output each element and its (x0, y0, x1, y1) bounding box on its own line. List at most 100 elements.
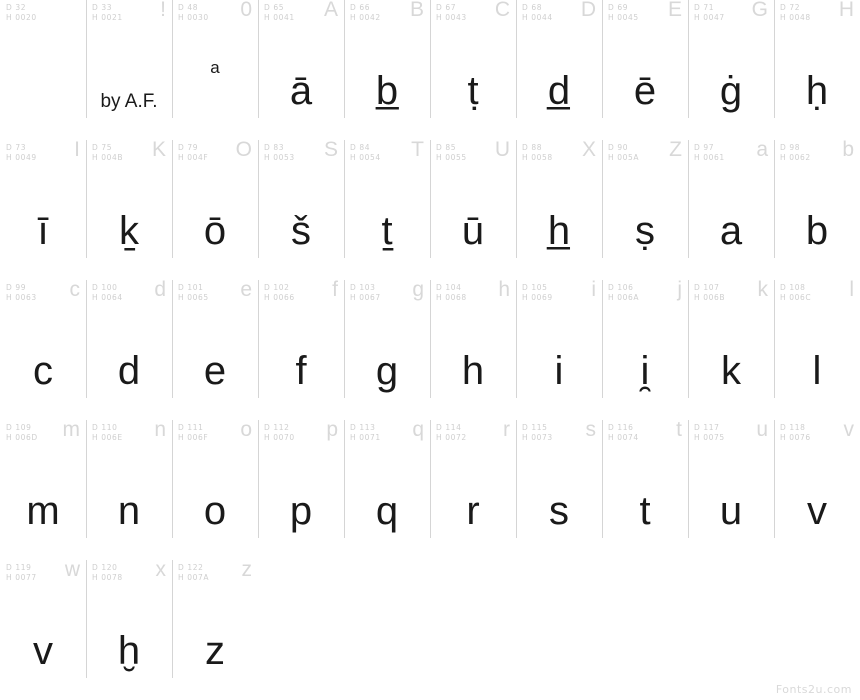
ascii-reference-char: p (326, 418, 338, 441)
glyph-preview: d (117, 349, 141, 393)
ascii-reference-char: C (494, 0, 510, 21)
charmap-cell[interactable]: D 83 H 0053 S š (258, 138, 344, 280)
glyph-preview: ġ (719, 69, 743, 113)
code-labels: D 73 H 0049 (6, 143, 82, 162)
cell-header: D 66 H 0042 B (350, 0, 426, 27)
charmap-cell[interactable]: D 97 H 0061 a a (688, 139, 774, 280)
glyph-preview: b̲ (375, 69, 399, 113)
hex-code: H 0066 (264, 292, 295, 302)
charmap-cell[interactable]: D 106 H 006A j i̯ (602, 279, 688, 420)
glyph-preview: d̲ (547, 69, 571, 113)
charmap-cell[interactable]: D 117 H 0075 u u (688, 419, 774, 560)
glyph-preview: l (812, 349, 822, 393)
decimal-code: D 32 (6, 3, 27, 12)
hex-code: H 0072 (436, 432, 467, 442)
charmap-cell[interactable]: D 102 H 0066 f f (258, 279, 344, 420)
charmap-cell[interactable]: D 88 H 0058 X h̲ (516, 139, 602, 280)
glyph-preview: ī (37, 209, 49, 253)
ascii-reference-char: s (585, 418, 597, 441)
charmap-cell[interactable]: D 71 H 0047 G ġ (688, 0, 774, 140)
charmap-row: D 32 H 0020 D 33 H 0021! by A.F. D 48 H 0030 0 a… (0, 0, 860, 140)
cell-header: D 108 H 006C l (780, 279, 856, 307)
hex-code: H 0021 (92, 12, 123, 22)
charmap-cell[interactable]: D 120 H 0078 x ḫ (86, 559, 172, 700)
charmap-cell[interactable]: D 122 H 007A z z (172, 558, 258, 700)
glyph-preview: ā (289, 69, 313, 113)
charmap-cell[interactable]: D 75 H 004B K ḵ (86, 139, 172, 280)
charmap-cell[interactable]: D 100 H 0064 d d (86, 279, 172, 420)
charmap-cell[interactable]: D 85 H 0055 U ū (430, 138, 516, 280)
charmap-cell[interactable]: D 107 H 006B k k (688, 279, 774, 420)
glyph-preview: a (719, 209, 743, 253)
glyph-preview: by A.F. (100, 91, 158, 112)
charmap-cell[interactable]: D 67 H 0043 C ṭ (430, 0, 516, 140)
glyph-preview: v (33, 629, 53, 673)
hex-code: H 006C (780, 292, 812, 302)
ascii-reference-char: U (494, 138, 510, 161)
cell-header: D 32 H 0020 (6, 3, 82, 27)
charmap-cell[interactable]: D 104 H 0068 h h (430, 279, 516, 420)
glyph-preview: i (554, 349, 564, 393)
ascii-reference-char: t (676, 418, 682, 441)
ascii-reference-char: S (323, 138, 338, 161)
cell-header: D 117 H 0075 u (694, 419, 770, 447)
charmap-cell[interactable]: D 101 H 0065 e e (172, 279, 258, 420)
decimal-code: D 33 (92, 3, 113, 12)
charmap-cell[interactable]: D 105 H 0069 i i (516, 279, 602, 420)
charmap-cell[interactable]: D 110 H 006E n n (86, 419, 172, 560)
ascii-reference-char: x (155, 558, 167, 581)
code-labels: D 32 H 0020 (6, 3, 82, 22)
hex-code: H 0049 (6, 152, 37, 162)
charmap-cell[interactable]: D 115 H 0073 s s (516, 418, 602, 560)
charmap-cell[interactable]: D 112 H 0070 p p (258, 418, 344, 560)
cell-header: D 101 H 0065 e (178, 279, 254, 307)
charmap-cell[interactable]: D 114 H 0072 r r (430, 419, 516, 560)
glyph-preview: g (375, 349, 399, 393)
ascii-reference-char: z (241, 558, 253, 581)
charmap-cell[interactable]: D 48 H 0030 0 a (172, 0, 258, 140)
charmap-cell[interactable]: D 33 H 0021! by A.F. (86, 0, 172, 140)
ascii-reference-char: q (412, 418, 424, 441)
charmap-cell[interactable]: D 32 H 0020 (0, 0, 86, 140)
cell-header: D 110 H 006E n (92, 419, 168, 447)
charmap-cell[interactable]: D 72 H 0048 H ḥ (774, 0, 860, 140)
glyph-preview: h̲ (547, 209, 571, 253)
charmap-cell[interactable]: D 103 H 0067 g g (344, 279, 430, 420)
cell-header: D 103 H 0067 g (350, 279, 426, 307)
charmap-cell[interactable]: D 108 H 006C l l (774, 279, 860, 420)
charmap-cell[interactable]: D 98 H 0062 b b (774, 139, 860, 280)
hex-code: H 0069 (522, 292, 553, 302)
cell-header: D 105 H 0069 i (522, 279, 598, 307)
charmap-cell[interactable]: D 73 H 0049 I ī (0, 139, 86, 280)
glyph-preview: r (466, 489, 480, 533)
charmap-cell[interactable]: D 118 H 0076 v v (774, 419, 860, 560)
ascii-reference-char: h (498, 278, 510, 301)
charmap-cell[interactable]: D 109 H 006D m m (0, 419, 86, 560)
charmap-cell[interactable]: D 99 H 0063 c c (0, 279, 86, 420)
charmap-cell[interactable]: D 119 H 0077 w v (0, 559, 86, 700)
cell-header: D 104 H 0068 h (436, 279, 512, 307)
cell-header: D 99 H 0063 c (6, 279, 82, 307)
glyph-preview: ṣ (635, 209, 655, 253)
charmap-cell[interactable]: D 90 H 005A Z ṣ (602, 139, 688, 280)
charmap-cell[interactable]: D 68 H 0044 D d̲ (516, 0, 602, 140)
glyph-preview: z (205, 629, 225, 673)
charmap-cell[interactable]: D 84 H 0054 T ṯ (344, 139, 430, 280)
cell-header: D 73 H 0049 I (6, 139, 82, 167)
cell-header: D 65 H 0041 A (264, 0, 340, 27)
code-labels: D 106 H 006A (608, 283, 684, 302)
charmap-cell[interactable]: D 116 H 0074 t t (602, 419, 688, 560)
charmap-cell[interactable]: D 66 H 0042 B b̲ (344, 0, 430, 140)
charmap-cell[interactable]: D 65 H 0041 A ā (258, 0, 344, 140)
cell-header: D 120 H 0078 x (92, 559, 168, 587)
cell-header: D 72 H 0048 H (780, 0, 856, 27)
glyph-preview: a (210, 58, 220, 77)
charmap-cell[interactable]: D 69 H 0045 E ē (602, 0, 688, 140)
charmap-cell[interactable]: D 79 H 004F O ō (172, 139, 258, 280)
charmap-cell[interactable]: D 113 H 0071 q q (344, 418, 430, 560)
cell-header: D 116 H 0074 t (608, 419, 684, 447)
glyph-preview: ṯ (381, 209, 393, 253)
glyph-preview: v (807, 489, 827, 533)
cell-header: D 33 H 0021! (92, 0, 168, 27)
charmap-cell[interactable]: D 111 H 006F o o (172, 419, 258, 560)
